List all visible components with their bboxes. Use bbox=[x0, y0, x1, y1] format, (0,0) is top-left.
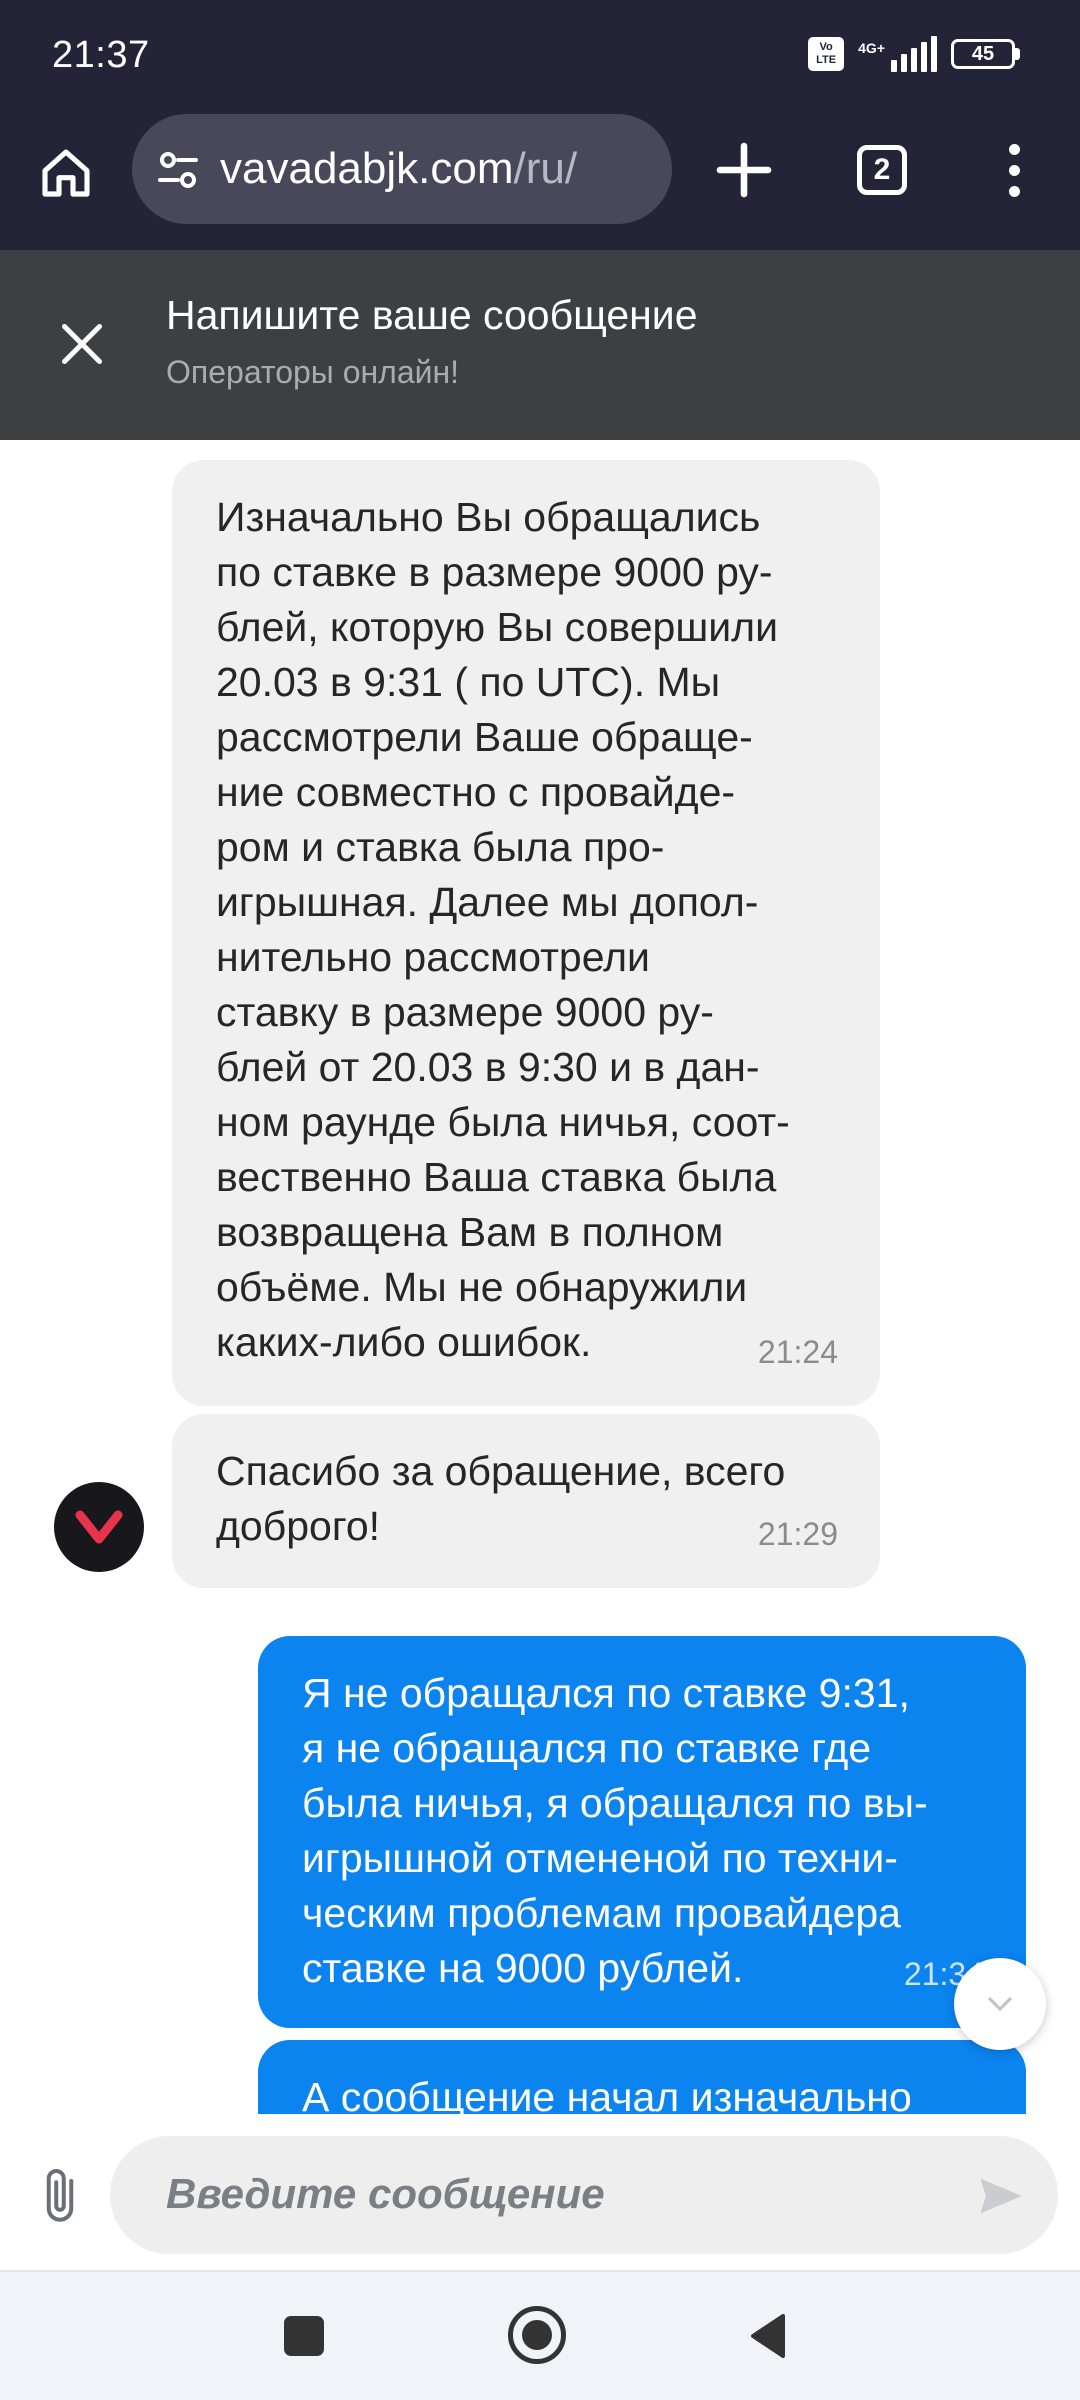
chat-messages[interactable]: Изначально Вы обращались по ставке в раз… bbox=[0, 440, 1080, 2114]
message-outgoing: А сообщение начал изначально bbox=[258, 2040, 1026, 2114]
tabs-button[interactable]: 2 bbox=[846, 134, 918, 206]
message-text: Спасибо за обращение, всего доброго! bbox=[216, 1448, 786, 1549]
system-navigation-bar bbox=[0, 2270, 1080, 2400]
message-text: Изначально Вы обращались по ставке в раз… bbox=[216, 494, 790, 1365]
back-icon[interactable] bbox=[746, 2312, 788, 2360]
message-outgoing: Я не обращался по ставке 9:31, я не обра… bbox=[258, 1636, 1026, 2028]
status-indicators: Vo LTE 4G+ 45 bbox=[808, 36, 1020, 72]
message-input[interactable]: Введите сообщение bbox=[110, 2136, 1058, 2254]
message-text: А сообщение начал изначально bbox=[302, 2074, 912, 2114]
site-settings-icon[interactable] bbox=[154, 146, 202, 194]
message-incoming: Изначально Вы обращались по ставке в раз… bbox=[172, 460, 880, 1406]
message-time: 21:24 bbox=[757, 1334, 838, 1370]
new-tab-icon[interactable] bbox=[708, 134, 780, 206]
home-button[interactable] bbox=[30, 137, 102, 209]
network-type-label: 4G+ bbox=[858, 40, 885, 56]
url-text: vavadabjk.com/ru/ bbox=[220, 144, 577, 194]
close-icon[interactable] bbox=[52, 314, 112, 374]
battery-level: 45 bbox=[951, 39, 1015, 69]
scroll-down-button[interactable] bbox=[954, 1958, 1046, 2050]
message-input-placeholder: Введите сообщение bbox=[166, 2170, 605, 2217]
recents-button[interactable] bbox=[284, 2316, 324, 2356]
tab-count: 2 bbox=[857, 145, 907, 195]
volte-icon: Vo LTE bbox=[808, 37, 845, 71]
more-vert-icon[interactable] bbox=[990, 134, 1038, 206]
home-icon bbox=[42, 149, 90, 197]
brand-logo-icon bbox=[75, 1510, 123, 1544]
browser-toolbar: vavadabjk.com/ru/ 2 bbox=[0, 112, 1080, 250]
url-path: /ru/ bbox=[513, 144, 578, 193]
message-text: Я не обращался по ставке 9:31, я не обра… bbox=[302, 1670, 928, 1991]
chevron-down-icon bbox=[988, 1997, 1012, 2011]
address-bar[interactable]: vavadabjk.com/ru/ bbox=[132, 114, 672, 224]
send-icon[interactable] bbox=[974, 2170, 1026, 2222]
attach-icon[interactable] bbox=[30, 2164, 90, 2228]
signal-icon: 4G+ bbox=[858, 36, 937, 72]
message-time: 21:29 bbox=[757, 1516, 838, 1552]
system-home-button[interactable] bbox=[508, 2306, 566, 2364]
message-incoming: Спасибо за обращение, всего доброго! 21:… bbox=[172, 1414, 880, 1588]
battery-icon: 45 bbox=[951, 39, 1020, 69]
status-time: 21:37 bbox=[52, 34, 150, 76]
status-bar: 21:37 Vo LTE 4G+ 45 bbox=[0, 0, 1080, 112]
chat-header: Напишите ваше сообщение Операторы онлайн… bbox=[0, 250, 1080, 440]
chat-title: Напишите ваше сообщение bbox=[166, 292, 698, 338]
message-composer: Введите сообщение bbox=[0, 2114, 1080, 2270]
operator-avatar bbox=[54, 1482, 144, 1572]
chat-subtitle: Операторы онлайн! bbox=[166, 354, 460, 390]
url-host: vavadabjk.com bbox=[220, 144, 514, 193]
